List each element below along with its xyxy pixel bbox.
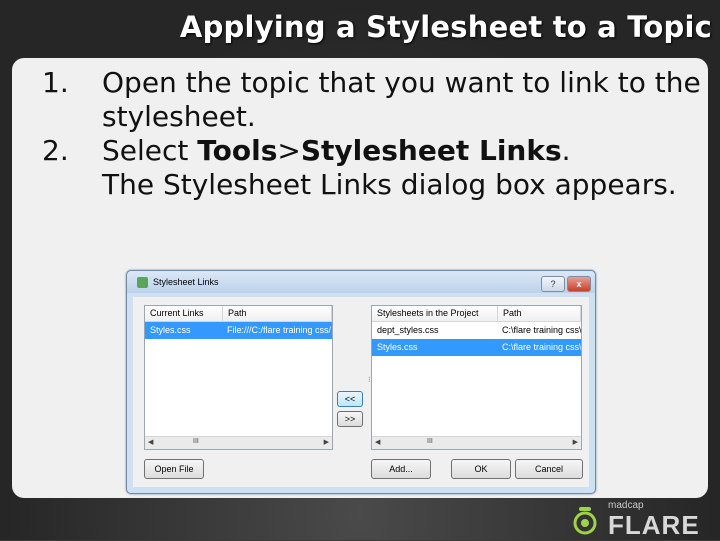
step-number: 2. xyxy=(42,134,69,167)
item-name: Styles.css xyxy=(150,325,191,335)
column-header-stylesheets[interactable]: Stylesheets in the Project xyxy=(372,306,498,321)
flare-logo-icon xyxy=(573,507,597,535)
menu-stylesheet-links: Stylesheet Links xyxy=(300,134,562,167)
project-stylesheets-list[interactable]: Stylesheets in the Project Path dept_sty… xyxy=(371,305,582,450)
step-number: 1. xyxy=(42,66,69,99)
open-file-button[interactable]: Open File xyxy=(144,459,204,479)
steps-list: 1. Open the topic that you want to link … xyxy=(42,66,702,202)
step-text: Open the topic that you want to link to … xyxy=(102,66,701,133)
list-item[interactable]: dept_styles.css C:\flare training css\ xyxy=(372,322,581,339)
current-links-list[interactable]: Current Links Path Styles.css File:///C:… xyxy=(144,305,333,450)
scroll-left-icon[interactable]: ◀ xyxy=(375,438,380,446)
step-note: The Stylesheet Links dialog box appears. xyxy=(102,168,677,201)
column-header-path[interactable]: Path xyxy=(223,306,332,321)
horizontal-scrollbar[interactable]: ◀ III ▶ xyxy=(372,436,581,449)
list-header: Current Links Path xyxy=(145,306,332,322)
slide-title: Applying a Stylesheet to a Topic xyxy=(179,10,712,44)
step-2: 2. Select Tools>Stylesheet Links. xyxy=(42,134,702,168)
logo-product: FLARE xyxy=(608,510,700,540)
cancel-button[interactable]: Cancel xyxy=(515,459,583,479)
ok-button[interactable]: OK xyxy=(451,459,511,479)
item-path: C:\flare training css\ xyxy=(502,342,581,352)
step-prefix: Select xyxy=(102,134,198,167)
item-name: dept_styles.css xyxy=(377,325,439,335)
scroll-grip[interactable]: III xyxy=(193,438,199,445)
move-right-button[interactable]: >> xyxy=(337,411,363,427)
add-button[interactable]: Add... xyxy=(371,459,431,479)
app-icon xyxy=(137,277,148,288)
horizontal-scrollbar[interactable]: ◀ III ▶ xyxy=(145,436,332,449)
step-suffix: . xyxy=(561,134,571,167)
list-item[interactable]: Styles.css File:///C:/flare training css… xyxy=(145,322,332,339)
list-item[interactable]: Styles.css C:\flare training css\ xyxy=(372,339,581,356)
scroll-right-icon[interactable]: ▶ xyxy=(324,438,329,446)
menu-tools: Tools xyxy=(197,134,278,167)
item-path: File:///C:/flare training css/ xyxy=(227,325,332,335)
scroll-right-icon[interactable]: ▶ xyxy=(573,438,578,446)
column-header-current-links[interactable]: Current Links xyxy=(145,306,223,321)
column-header-path[interactable]: Path xyxy=(498,306,581,321)
move-left-button[interactable]: << xyxy=(337,391,363,407)
scroll-grip[interactable]: III xyxy=(427,438,433,445)
help-button[interactable]: ? xyxy=(541,276,565,292)
menu-separator: > xyxy=(277,134,301,167)
scroll-left-icon[interactable]: ◀ xyxy=(148,438,153,446)
madcap-flare-logo: madcap FLARE xyxy=(566,498,716,540)
dialog-body: Current Links Path Styles.css File:///C:… xyxy=(133,297,589,487)
stylesheet-links-dialog: Stylesheet Links ? x Current Links Path … xyxy=(126,270,596,494)
item-name: Styles.css xyxy=(377,342,418,352)
dialog-title: Stylesheet Links xyxy=(153,277,219,287)
step-text: Select Tools>Stylesheet Links. xyxy=(102,134,702,168)
step-1: 1. Open the topic that you want to link … xyxy=(42,66,702,134)
dialog-titlebar[interactable]: Stylesheet Links ? x xyxy=(127,271,595,293)
item-path: C:\flare training css\ xyxy=(502,325,581,335)
close-button[interactable]: x xyxy=(567,276,591,292)
list-header: Stylesheets in the Project Path xyxy=(372,306,581,322)
